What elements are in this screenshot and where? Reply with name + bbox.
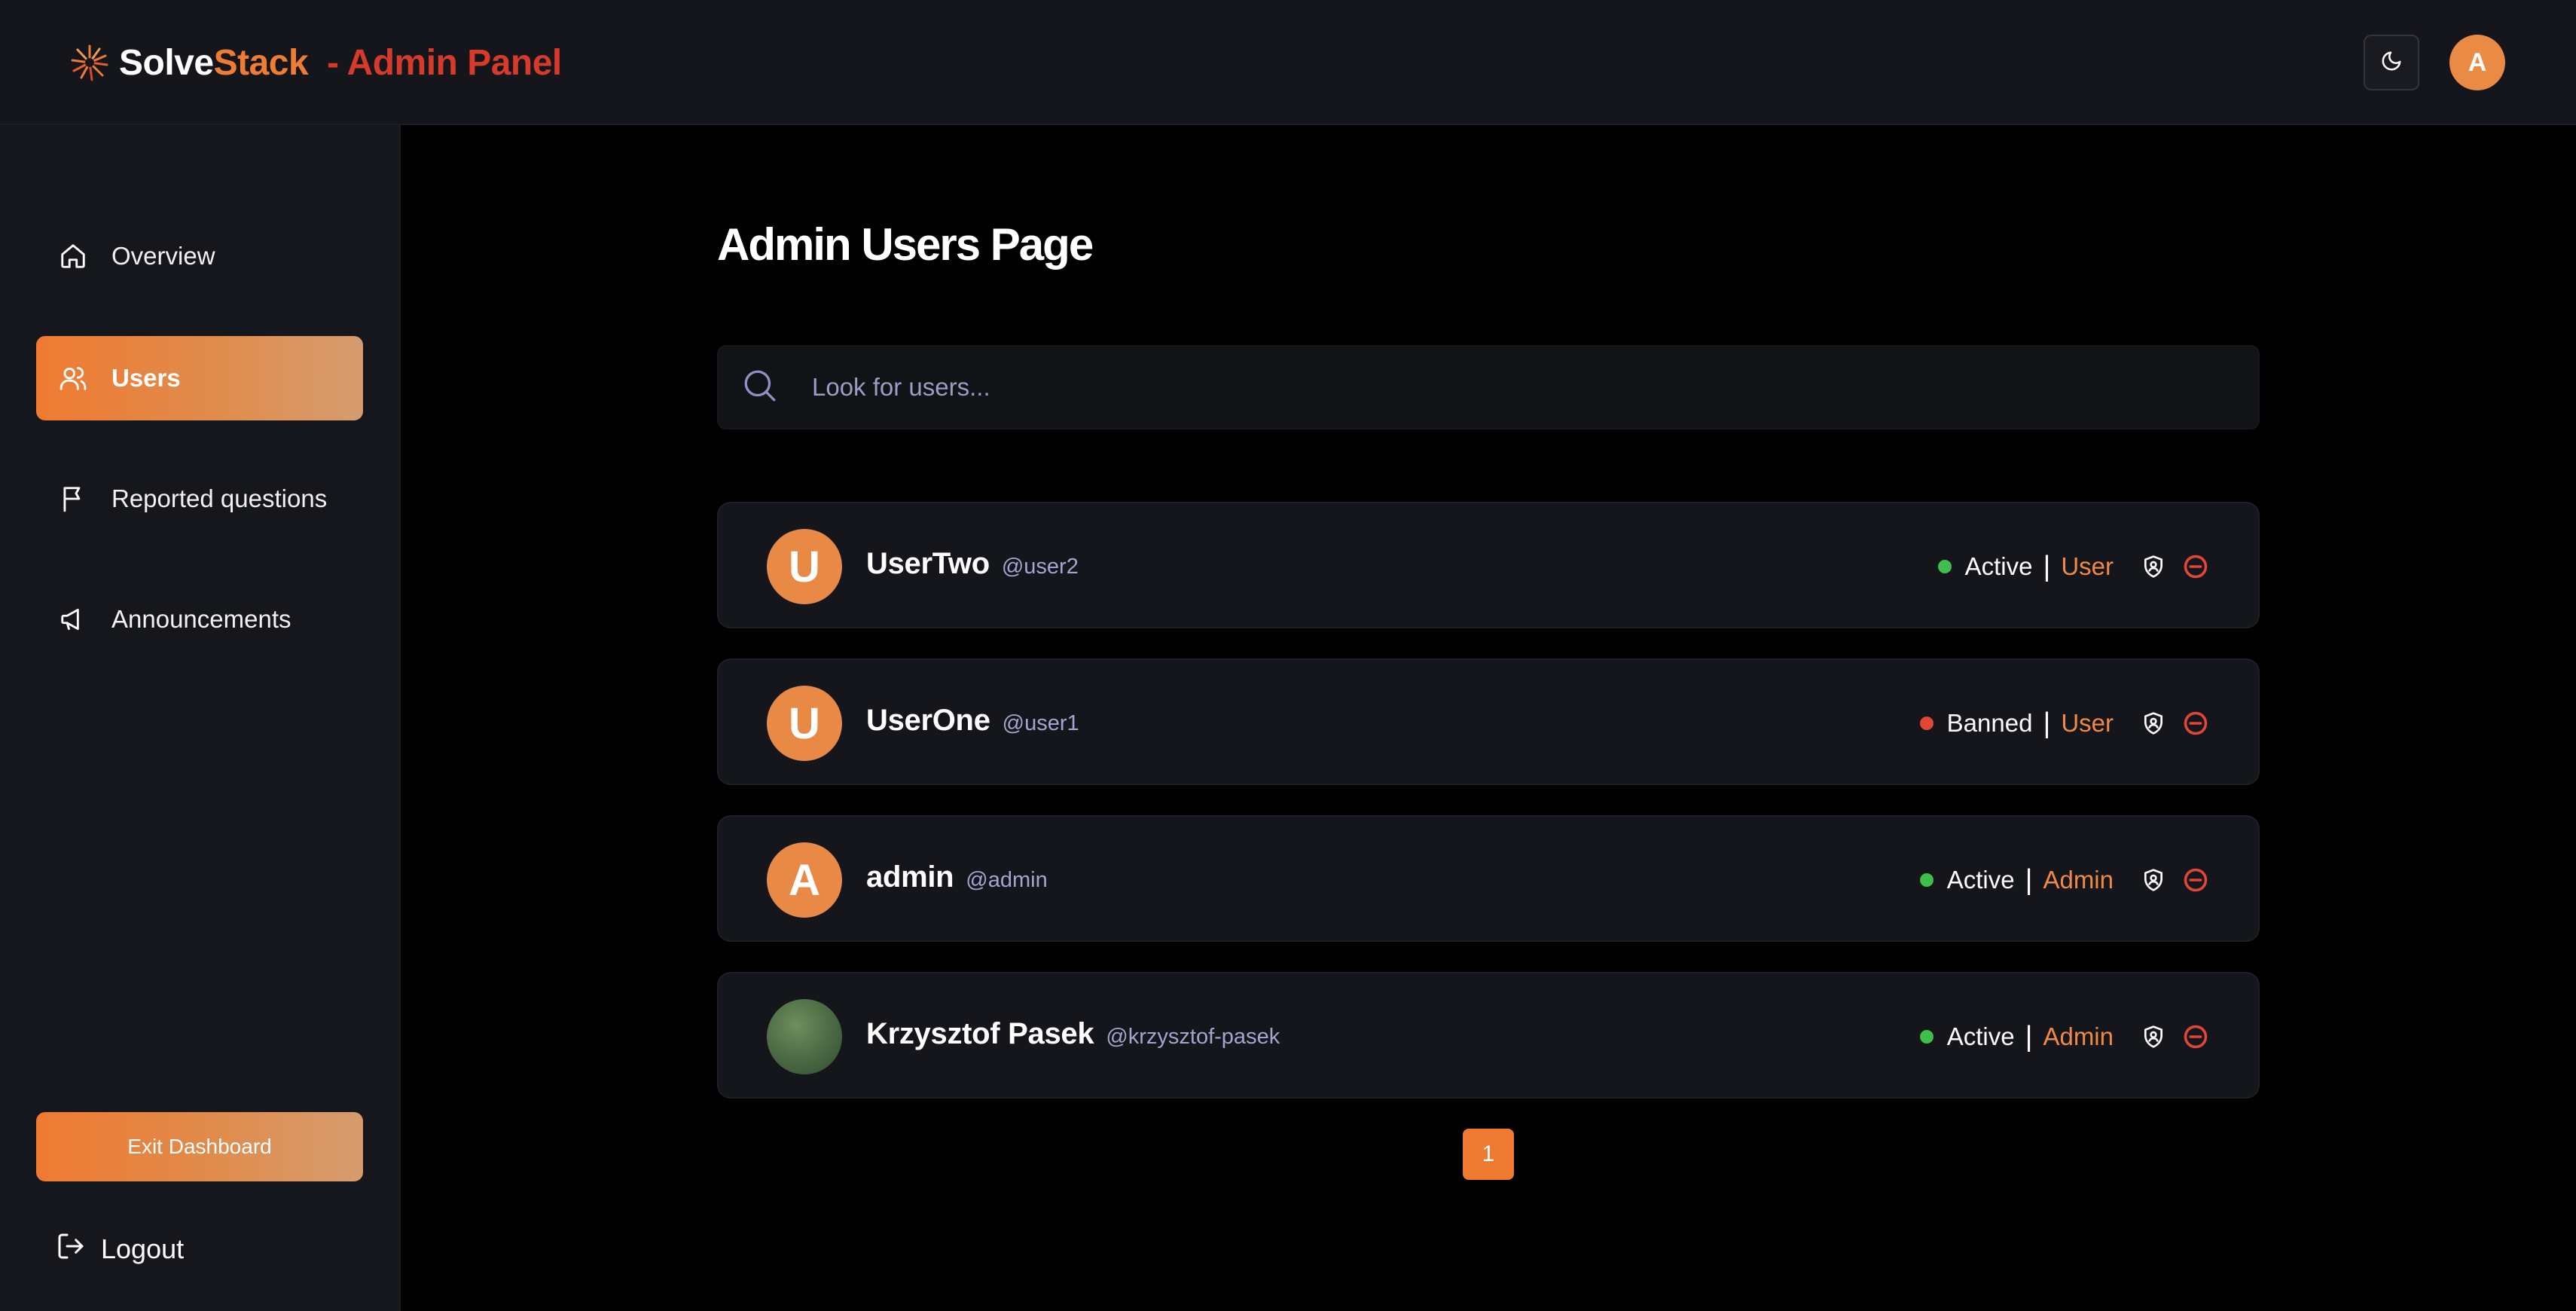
status-label: Active <box>1946 866 2015 894</box>
divider: | <box>2025 863 2033 896</box>
user-name: admin <box>866 860 954 894</box>
avatar: U <box>767 686 842 761</box>
status-dot <box>1937 560 1952 573</box>
user-row[interactable]: U UserTwo @user2 Active | User <box>717 502 2260 628</box>
sidebar-item-label: Overview <box>111 242 215 270</box>
pagination-page-button[interactable]: 1 <box>1463 1129 1514 1180</box>
sidebar-item-announcements[interactable]: Announcements <box>36 577 363 662</box>
divider: | <box>2025 1020 2033 1053</box>
sidebar: Overview Users Reported questions Announ… <box>0 125 401 1311</box>
app: SolveStack - Admin Panel A Overview User… <box>0 0 2576 1311</box>
user-name: UserTwo <box>866 547 990 580</box>
role-label: Admin <box>2043 1022 2114 1050</box>
ban-icon[interactable] <box>2181 1022 2210 1051</box>
logout-icon <box>56 1231 86 1268</box>
user-name: UserOne <box>866 704 990 737</box>
status-label: Active <box>1946 1022 2015 1050</box>
brand[interactable]: SolveStack - Admin Panel <box>69 36 562 89</box>
top-bar: SolveStack - Admin Panel A <box>0 0 2576 125</box>
home-icon <box>59 242 87 270</box>
page-title: Admin Users Page <box>717 219 1094 270</box>
profile-photo-avatar <box>767 999 842 1074</box>
search-icon <box>741 367 779 408</box>
sidebar-item-users[interactable]: Users <box>36 336 363 420</box>
search-bar[interactable] <box>717 345 2260 429</box>
brand-separator: - <box>327 42 339 83</box>
brand-stack: Stack <box>213 42 309 83</box>
user-handle: @user2 <box>1001 555 1079 579</box>
moon-icon <box>2380 50 2403 76</box>
exit-dashboard-button[interactable]: Exit Dashboard <box>36 1112 363 1181</box>
ban-icon[interactable] <box>2181 552 2210 581</box>
status-dot <box>1919 717 1934 730</box>
role-label: User <box>2061 709 2114 737</box>
shield-icon[interactable] <box>2139 866 2168 894</box>
divider: | <box>2043 707 2051 739</box>
sunburst-logo-icon <box>69 42 110 83</box>
user-name: Krzysztof Pasek <box>866 1017 1094 1050</box>
flag-icon <box>59 484 87 513</box>
ban-icon[interactable] <box>2181 709 2210 738</box>
status-dot <box>1919 873 1934 887</box>
shield-icon[interactable] <box>2139 1022 2168 1051</box>
users-icon <box>59 364 87 393</box>
sidebar-item-label: Announcements <box>111 605 291 633</box>
brand-panel: Admin Panel <box>346 42 563 83</box>
role-label: Admin <box>2043 866 2114 894</box>
brand-solve: Solve <box>119 42 214 83</box>
user-row[interactable]: Krzysztof Pasek @krzysztof-pasek Active … <box>717 972 2260 1099</box>
user-row[interactable]: A admin @admin Active | Admin <box>717 815 2260 942</box>
user-row[interactable]: U UserOne @user1 Banned | User <box>717 659 2260 785</box>
logout-label: Logout <box>101 1233 185 1264</box>
status-dot <box>1919 1030 1934 1044</box>
avatar: U <box>767 529 842 604</box>
sidebar-item-reported-questions[interactable]: Reported questions <box>36 457 363 541</box>
status-label: Banned <box>1946 709 2033 737</box>
divider: | <box>2043 550 2051 582</box>
theme-toggle-button[interactable] <box>2364 35 2419 90</box>
shield-icon[interactable] <box>2139 552 2168 581</box>
sidebar-item-label: Users <box>111 364 181 392</box>
sidebar-item-label: Reported questions <box>111 484 328 512</box>
user-handle: @admin <box>966 868 1048 892</box>
search-input[interactable] <box>812 373 2168 402</box>
sidebar-item-overview[interactable]: Overview <box>36 214 363 298</box>
account-avatar[interactable]: A <box>2449 35 2505 90</box>
megaphone-icon <box>59 605 87 634</box>
shield-icon[interactable] <box>2139 709 2168 738</box>
status-label: Active <box>1964 552 2033 580</box>
logout-button[interactable]: Logout <box>56 1227 184 1272</box>
avatar: A <box>767 842 842 918</box>
ban-icon[interactable] <box>2181 866 2210 894</box>
user-handle: @user1 <box>1002 711 1079 735</box>
role-label: User <box>2061 552 2114 580</box>
user-handle: @krzysztof-pasek <box>1106 1025 1280 1049</box>
